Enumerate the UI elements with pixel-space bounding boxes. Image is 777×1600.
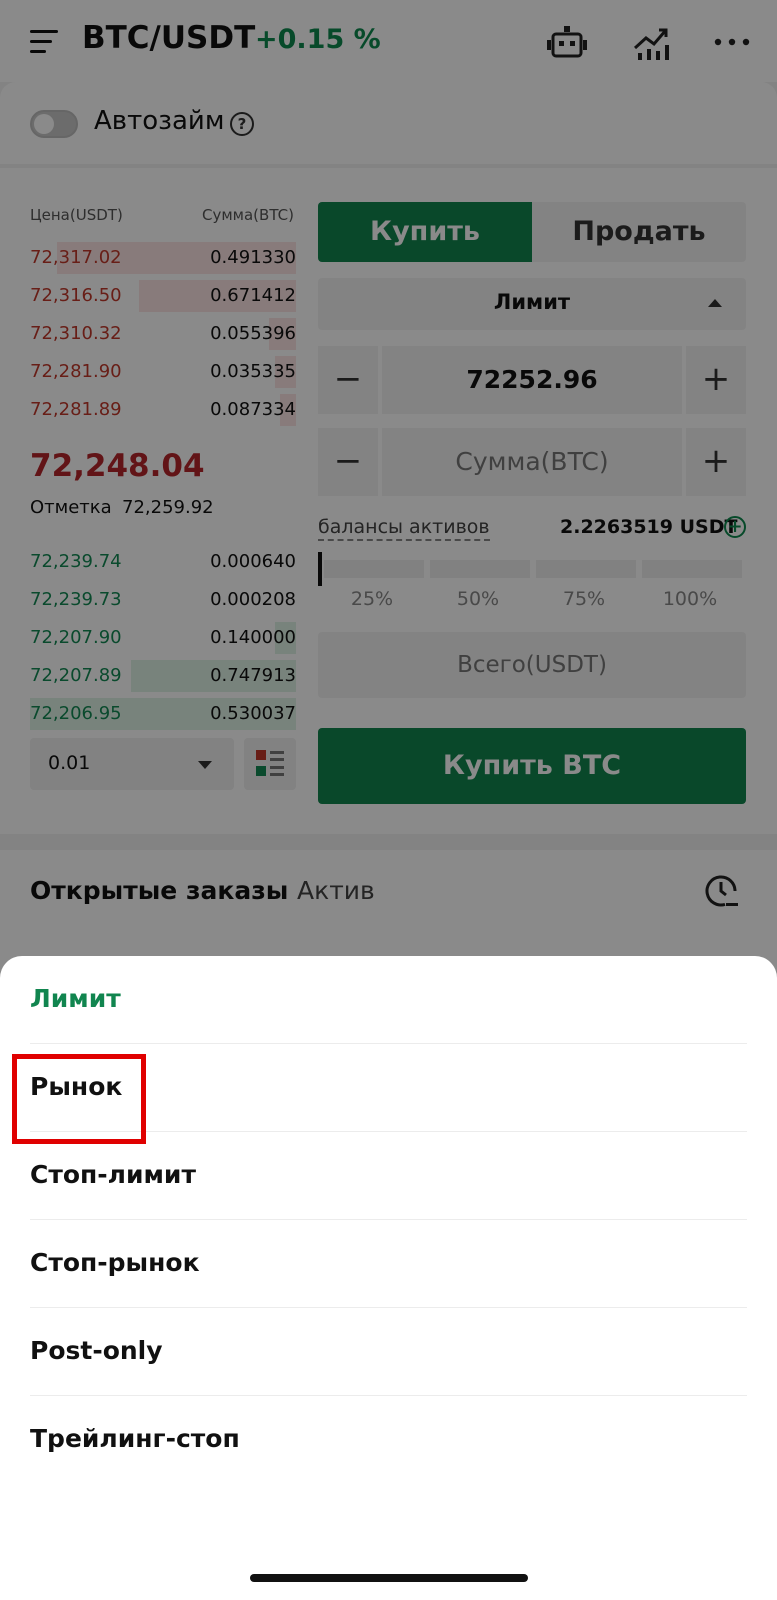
order-type-sheet: Лимит Рынок Стоп-лимит Стоп-рынок Post-o… [0,956,777,1600]
home-indicator[interactable] [250,1574,528,1582]
order-type-option-post-only[interactable]: Post-only [0,1308,777,1396]
option-label: Лимит [30,984,121,1013]
order-type-option-trailing-stop[interactable]: Трейлинг-стоп [0,1396,777,1484]
option-label: Стоп-лимит [30,1160,196,1189]
order-type-option-stop-market[interactable]: Стоп-рынок [0,1220,777,1308]
highlight-box [12,1054,146,1144]
option-label: Трейлинг-стоп [30,1424,240,1453]
order-type-option-stop-limit[interactable]: Стоп-лимит [0,1132,777,1220]
option-label: Post-only [30,1336,163,1365]
order-type-option-limit[interactable]: Лимит [0,956,777,1044]
option-label: Стоп-рынок [30,1248,200,1277]
